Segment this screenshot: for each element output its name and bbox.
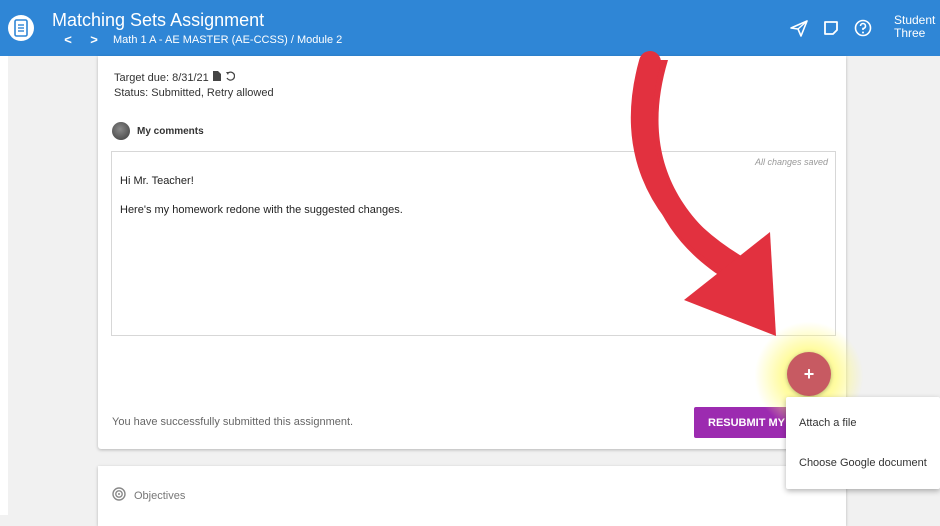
target-due: Target due: 8/31/21 bbox=[114, 72, 209, 84]
target-icon bbox=[112, 487, 126, 504]
menu-item-google-document[interactable]: Choose Google document bbox=[799, 457, 927, 469]
app-header: Matching Sets Assignment < > Math 1 A - … bbox=[0, 0, 940, 56]
avatar bbox=[112, 122, 130, 140]
send-icon[interactable] bbox=[789, 18, 809, 38]
assignment-meta: Target due: 8/31/21 Status: Submitted, R… bbox=[114, 71, 274, 101]
save-status: All changes saved bbox=[754, 157, 828, 167]
file-icon bbox=[212, 71, 221, 86]
document-icon[interactable] bbox=[8, 15, 34, 41]
add-attachment-button[interactable]: + bbox=[787, 352, 831, 396]
menu-item-attach-file[interactable]: Attach a file bbox=[799, 417, 856, 429]
assignment-card: Target due: 8/31/21 Status: Submitted, R… bbox=[98, 56, 846, 449]
status-text: Status: Submitted, Retry allowed bbox=[114, 87, 274, 99]
note-icon[interactable] bbox=[821, 18, 841, 38]
user-name[interactable]: Student Three bbox=[894, 14, 935, 40]
breadcrumb-text[interactable]: Math 1 A - AE MASTER (AE-CCSS) / Module … bbox=[113, 34, 342, 46]
comment-editor[interactable]: All changes saved Hi Mr. Teacher! Here's… bbox=[111, 151, 836, 336]
page-title: Matching Sets Assignment bbox=[52, 10, 265, 30]
submitted-message: You have successfully submitted this ass… bbox=[112, 416, 354, 428]
breadcrumb: < > Math 1 A - AE MASTER (AE-CCSS) / Mod… bbox=[61, 32, 342, 47]
objectives-card: Objectives bbox=[98, 466, 846, 526]
comment-text[interactable]: Hi Mr. Teacher! Here's my homework redon… bbox=[120, 174, 403, 232]
objectives-header[interactable]: Objectives bbox=[112, 487, 185, 504]
help-icon[interactable] bbox=[853, 18, 873, 38]
comments-heading: My comments bbox=[112, 122, 204, 140]
undo-icon[interactable] bbox=[225, 71, 235, 86]
attach-menu: Attach a file Choose Google document bbox=[786, 397, 940, 489]
back-button[interactable]: < bbox=[61, 32, 75, 47]
forward-button[interactable]: > bbox=[87, 32, 101, 47]
left-gutter bbox=[0, 56, 8, 515]
